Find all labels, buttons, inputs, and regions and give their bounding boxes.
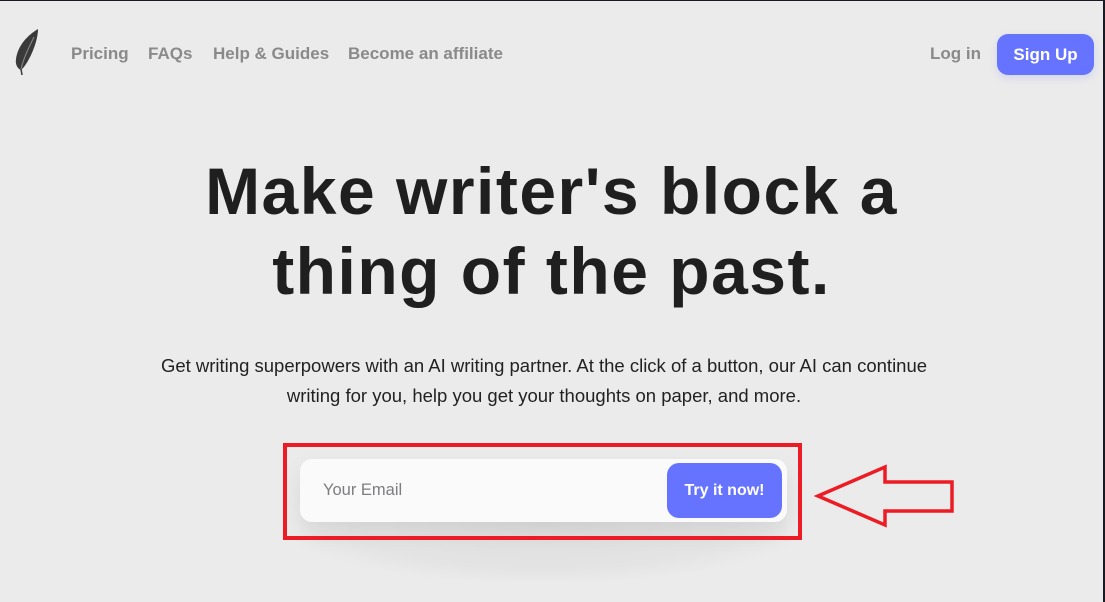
nav-link-pricing[interactable]: Pricing [71, 44, 129, 64]
headline-line-2: thing of the past. [272, 234, 831, 308]
email-signup-form: Try it now! [300, 459, 787, 522]
feather-logo-icon[interactable] [12, 27, 42, 77]
hero-headline: Make writer's block a thing of the past. [0, 151, 1103, 311]
nav-link-become-affiliate[interactable]: Become an affiliate [348, 44, 503, 64]
subtext-line-1: Get writing superpowers with an AI writi… [160, 355, 928, 376]
headline-line-1: Make writer's block a [205, 154, 898, 228]
subtext-line-2: writing for you, help you get your thoug… [286, 385, 802, 406]
sign-up-button[interactable]: Sign Up [997, 34, 1094, 75]
hero-subtext: Get writing superpowers with an AI writi… [0, 351, 1088, 411]
left-arrow-outline-icon [813, 464, 954, 528]
email-input[interactable] [320, 471, 656, 509]
try-it-now-button[interactable]: Try it now! [667, 463, 782, 518]
login-link[interactable]: Log in [930, 44, 981, 64]
nav-link-help-guides[interactable]: Help & Guides [213, 44, 329, 64]
nav-link-faqs[interactable]: FAQs [148, 44, 192, 64]
top-navigation: Pricing FAQs Help & Guides Become an aff… [0, 1, 1103, 101]
